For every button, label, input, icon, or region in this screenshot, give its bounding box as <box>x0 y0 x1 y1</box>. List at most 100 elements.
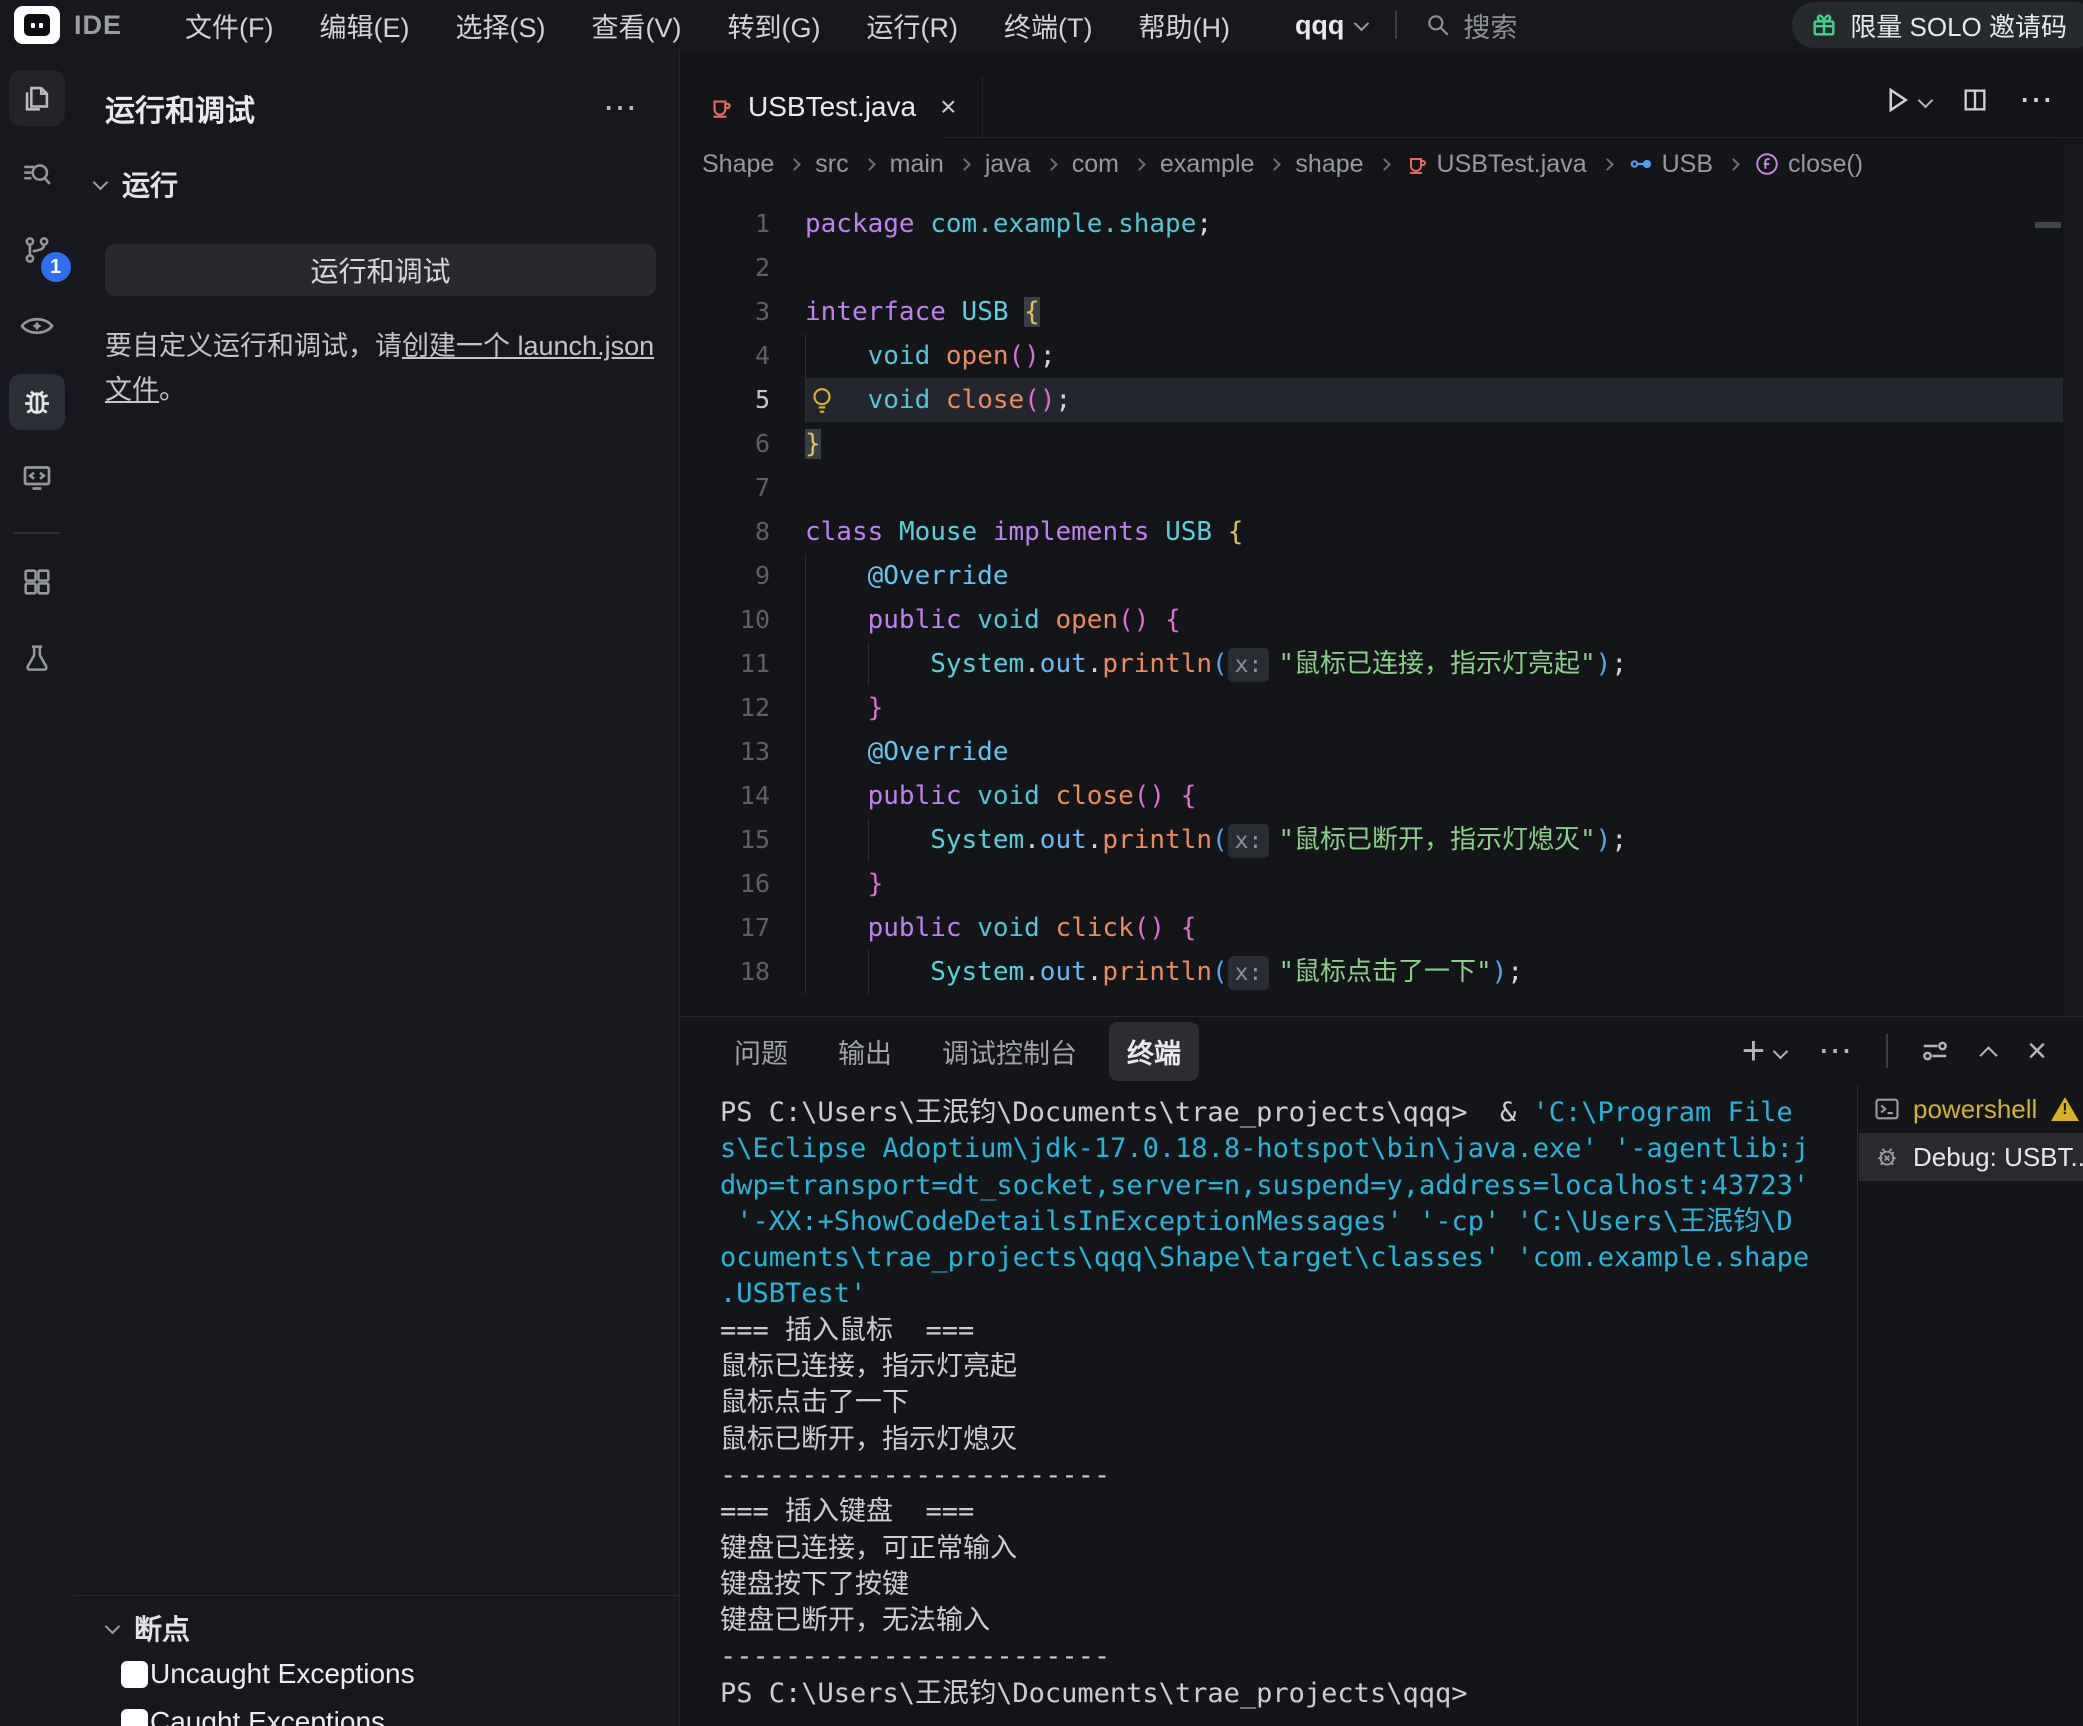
code-editor[interactable]: 1package com.example.shape;23interface U… <box>680 202 2083 994</box>
code-line[interactable]: 13@Override <box>680 730 2083 774</box>
code-token <box>1165 913 1181 943</box>
code-token: void <box>977 605 1040 635</box>
panel-more-icon[interactable]: ⋯ <box>1818 1031 1854 1071</box>
run-java-button[interactable] <box>1882 85 1931 115</box>
code-token: click <box>1055 913 1133 943</box>
breadcrumb-item[interactable]: USBTest.java <box>1405 150 1587 179</box>
breadcrumb-item[interactable]: Shape <box>702 150 774 179</box>
split-editor-icon[interactable] <box>1961 86 1989 114</box>
lightbulb-icon[interactable] <box>809 386 835 416</box>
menu-item[interactable]: 文件(F) <box>162 6 296 45</box>
breadcrumb-item[interactable]: example <box>1160 150 1255 179</box>
menu-item[interactable]: 终端(T) <box>981 6 1115 45</box>
maximize-panel-icon[interactable] <box>1979 1046 1997 1064</box>
code-line[interactable]: 8class Mouse implements USB { <box>680 510 2083 554</box>
tab-usbtest-java[interactable]: USBTest.java × <box>688 76 983 138</box>
code-line[interactable]: 5void close(); <box>680 378 2083 422</box>
checkbox[interactable] <box>121 1661 148 1688</box>
chevron-right-icon <box>1727 158 1740 171</box>
terminal-settings-icon[interactable] <box>1920 1036 1950 1066</box>
code-token: { <box>1228 517 1244 547</box>
promo-banner[interactable]: 限量 SOLO 邀请码 <box>1792 2 2083 48</box>
activity-testing[interactable] <box>9 630 65 686</box>
run-section-label: 运行 <box>122 164 178 204</box>
code-line[interactable]: 15System.out.println(x:"鼠标已断开，指示灯熄灭"); <box>680 818 2083 862</box>
chevron-right-icon <box>1269 158 1282 171</box>
terminal-list-item-debug[interactable]: Debug: USBT... <box>1859 1133 2083 1181</box>
activity-source-control[interactable]: 1 <box>9 222 65 278</box>
run-section-header[interactable]: 运行 <box>73 130 679 204</box>
app-logo-icon[interactable] <box>14 6 60 44</box>
terminal-line: === 插入鼠标 === <box>680 1313 1857 1349</box>
code-line[interactable]: 10public void open() { <box>680 598 2083 642</box>
breadcrumb-item[interactable]: main <box>890 150 944 179</box>
terminal-output[interactable]: PS C:\Users\王泯钧\Documents\trae_projects\… <box>680 1085 1858 1726</box>
chevron-down-icon <box>93 174 109 190</box>
interface-icon <box>1628 151 1654 177</box>
activity-extensions[interactable] <box>9 554 65 610</box>
menu-item[interactable]: 编辑(E) <box>297 6 433 45</box>
panel-tab-输出[interactable]: 输出 <box>820 1022 910 1081</box>
minimap[interactable] <box>2063 138 2083 1016</box>
code-line[interactable]: 12} <box>680 686 2083 730</box>
breadcrumb-item[interactable]: com <box>1072 150 1119 179</box>
breadcrumb-item[interactable]: src <box>815 150 848 179</box>
activity-explorer[interactable] <box>9 70 65 126</box>
code-token <box>930 341 946 371</box>
code-line[interactable]: 7 <box>680 466 2083 510</box>
activity-remote-window[interactable] <box>9 450 65 506</box>
code-line[interactable]: 14public void close() { <box>680 774 2083 818</box>
code-token <box>805 906 868 950</box>
code-line[interactable]: 4void open(); <box>680 334 2083 378</box>
line-number: 15 <box>680 818 770 862</box>
activity-debug[interactable] <box>9 374 65 430</box>
breadcrumb-item[interactable]: close() <box>1754 150 1863 179</box>
terminal-list-item-powershell[interactable]: powershell <box>1859 1085 2083 1133</box>
code-token: . <box>1087 957 1103 987</box>
code-line[interactable]: 16} <box>680 862 2083 906</box>
editor-more-icon[interactable]: ⋯ <box>2019 80 2055 120</box>
breakpoint-row[interactable]: Uncaught Exceptions <box>73 1650 680 1698</box>
menu-item[interactable]: 查看(V) <box>569 6 705 45</box>
code-token: "鼠标已连接，指示灯亮起" <box>1278 649 1595 679</box>
project-switcher[interactable]: qqq <box>1295 10 1344 41</box>
close-panel-icon[interactable]: × <box>2027 1032 2047 1071</box>
activity-search[interactable] <box>9 146 65 202</box>
code-line[interactable]: 17public void click() { <box>680 906 2083 950</box>
code-line[interactable]: 9@Override <box>680 554 2083 598</box>
menu-item[interactable]: 转到(G) <box>705 6 844 45</box>
divider <box>14 532 60 534</box>
line-number: 13 <box>680 730 770 774</box>
code-token <box>1212 517 1228 547</box>
code-line[interactable]: 6} <box>680 422 2083 466</box>
line-number: 11 <box>680 642 770 686</box>
global-search[interactable]: 搜索 <box>1425 6 1517 45</box>
menu-item[interactable]: 选择(S) <box>433 6 569 45</box>
breakpoints-header[interactable]: 断点 <box>73 1606 680 1650</box>
menu-item[interactable]: 帮助(H) <box>1115 6 1252 45</box>
checkbox[interactable] <box>121 1709 148 1726</box>
code-token: () <box>1118 605 1149 635</box>
terminal-line: 键盘已连接，可正常输入 <box>680 1531 1857 1567</box>
breadcrumb-item[interactable]: shape <box>1295 150 1363 179</box>
breadcrumb-item[interactable]: USB <box>1628 150 1713 179</box>
code-line[interactable]: 2 <box>680 246 2083 290</box>
new-terminal-button[interactable]: + <box>1742 1036 1786 1066</box>
panel-tab-问题[interactable]: 问题 <box>716 1022 806 1081</box>
menu-item[interactable]: 运行(R) <box>843 6 980 45</box>
code-token: ; <box>1055 385 1071 415</box>
line-number: 17 <box>680 906 770 950</box>
code-line[interactable]: 18System.out.println(x:"鼠标点击了一下"); <box>680 950 2083 994</box>
breakpoint-row[interactable]: Caught Exceptions <box>73 1698 680 1726</box>
divider <box>1395 11 1397 39</box>
run-and-debug-button[interactable]: 运行和调试 <box>105 244 656 296</box>
code-line[interactable]: 3interface USB { <box>680 290 2083 334</box>
code-line[interactable]: 1package com.example.shape; <box>680 202 2083 246</box>
panel-tab-终端[interactable]: 终端 <box>1109 1022 1199 1081</box>
breadcrumb-item[interactable]: java <box>985 150 1031 179</box>
code-line[interactable]: 11System.out.println(x:"鼠标已连接，指示灯亮起"); <box>680 642 2083 686</box>
code-token: ( <box>1212 825 1228 855</box>
activity-ai-preview[interactable] <box>9 298 65 354</box>
more-actions-icon[interactable]: ⋯ <box>603 103 639 113</box>
panel-tab-调试控制台[interactable]: 调试控制台 <box>924 1022 1095 1081</box>
